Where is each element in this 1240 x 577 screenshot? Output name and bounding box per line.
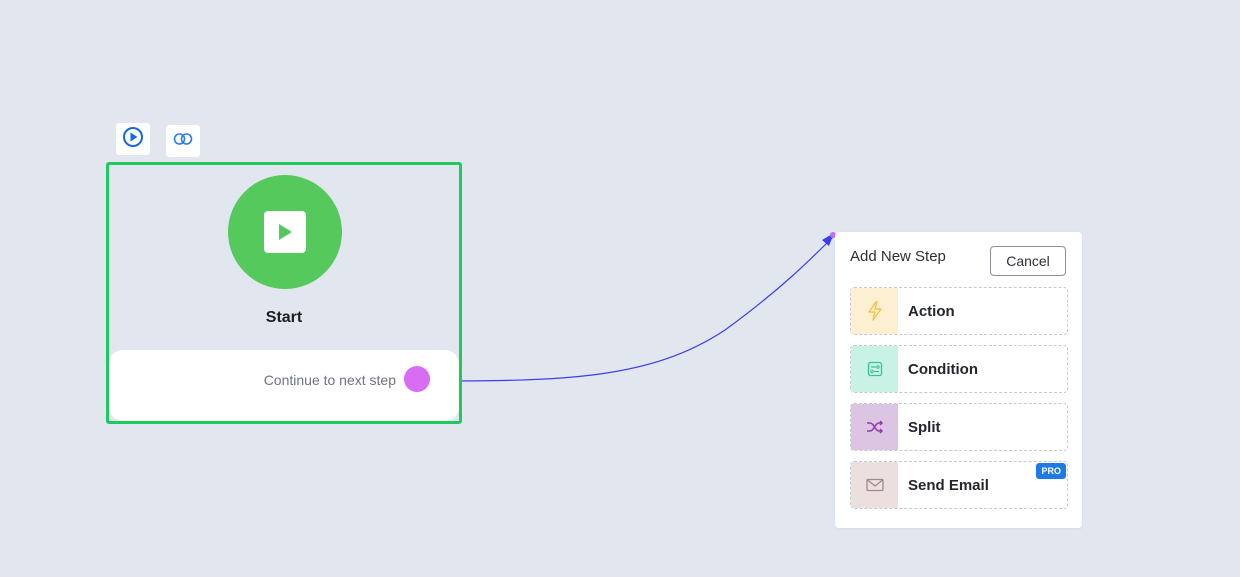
workflow-canvas[interactable]: Start Continue to next step Add New Step…: [0, 0, 1240, 577]
step-label: Split: [908, 419, 941, 436]
step-action[interactable]: Action: [850, 287, 1068, 335]
step-label: Send Email: [908, 477, 989, 494]
start-node[interactable]: Start Continue to next step: [106, 162, 462, 424]
pro-badge: PRO: [1036, 463, 1066, 479]
step-label: Action: [908, 303, 955, 320]
play-icon: [264, 211, 306, 253]
output-handle[interactable]: [404, 366, 430, 392]
start-node-title: Start: [265, 309, 303, 326]
continue-label: Continue to next step: [263, 372, 396, 388]
continue-panel: Continue to next step: [109, 350, 459, 421]
step-split[interactable]: Split: [850, 403, 1068, 451]
panel-title: Add New Step: [850, 248, 946, 265]
add-step-panel: Add New Step Cancel Action Condition Spl…: [835, 232, 1082, 528]
step-label: Condition: [908, 361, 978, 378]
shuffle-icon: [851, 404, 898, 450]
play-button[interactable]: [116, 123, 150, 155]
lightning-icon: [851, 288, 898, 334]
arrow-head: [822, 233, 834, 246]
link-button[interactable]: [166, 125, 200, 157]
link-icon: [172, 132, 194, 151]
play-circle-icon: [122, 126, 144, 153]
envelope-icon: [851, 462, 898, 508]
start-node-circle: [228, 175, 342, 289]
cancel-button[interactable]: Cancel: [990, 246, 1066, 276]
condition-icon: [851, 346, 898, 392]
step-condition[interactable]: Condition: [850, 345, 1068, 393]
step-send-email[interactable]: Send Email PRO: [850, 461, 1068, 509]
